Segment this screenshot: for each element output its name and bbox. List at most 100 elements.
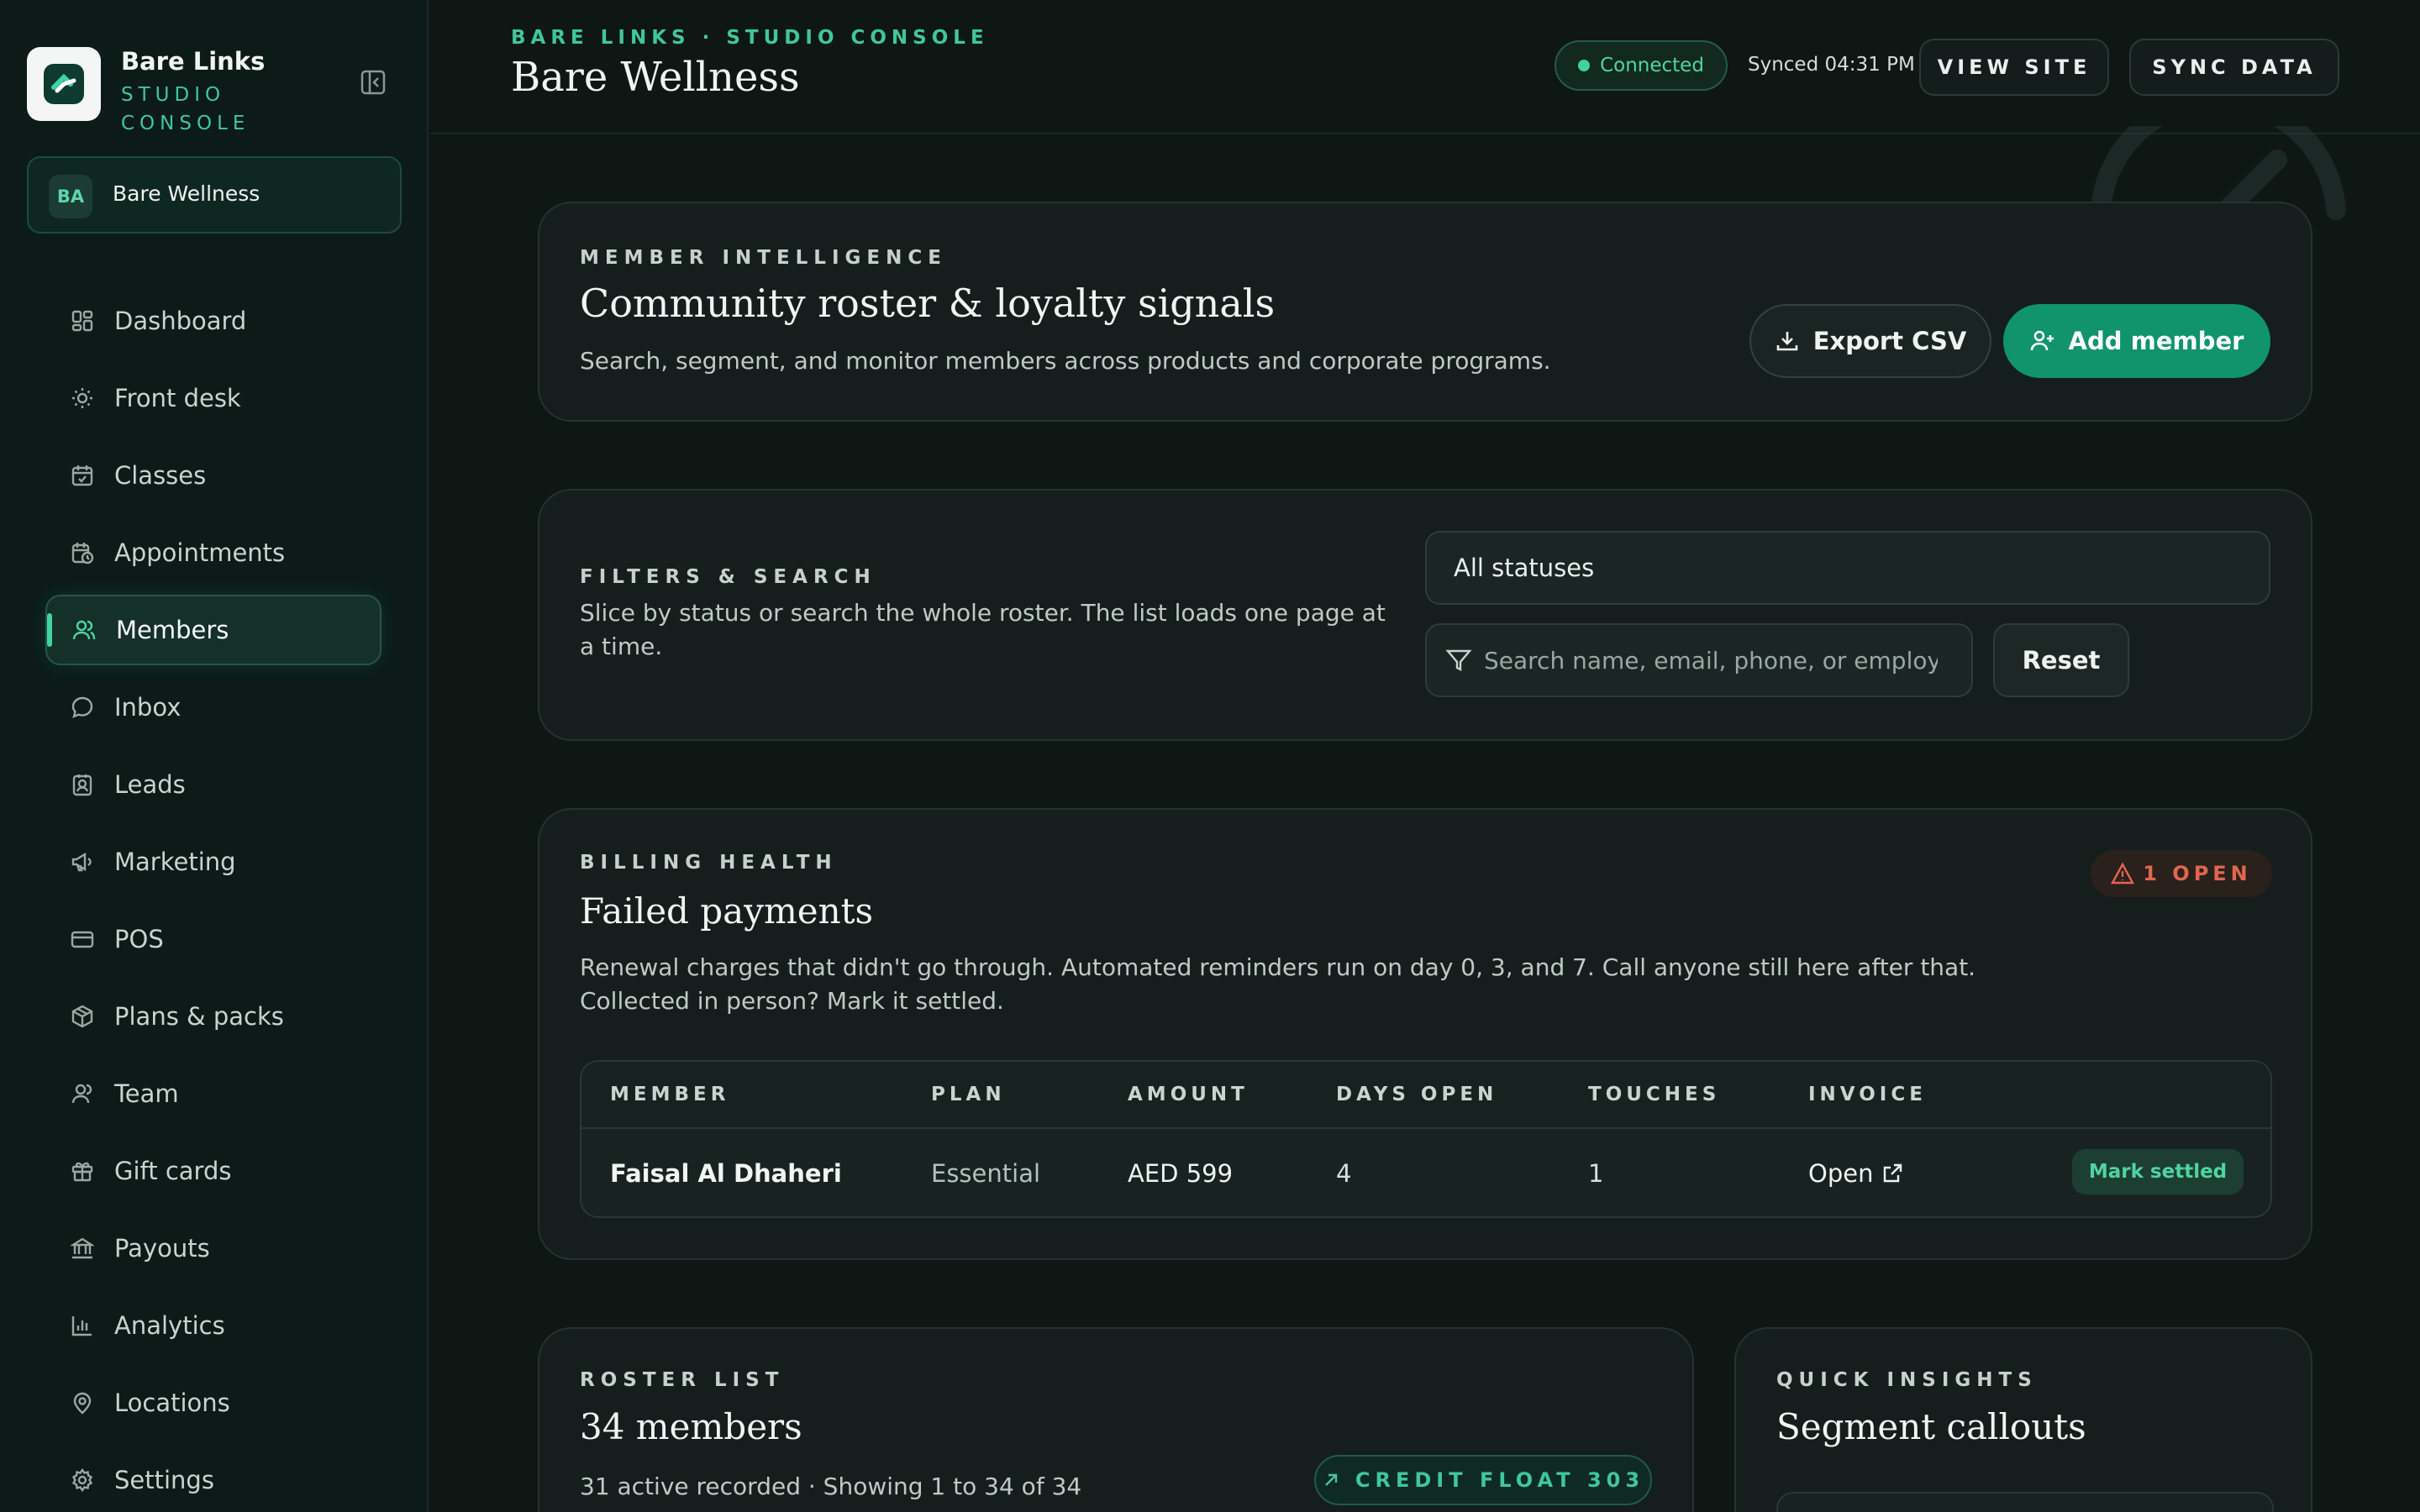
section-title: 34 members xyxy=(580,1406,802,1447)
roster-search[interactable] xyxy=(1425,623,1973,697)
bar-chart-icon xyxy=(69,1312,96,1339)
sidebar-item-analytics[interactable]: Analytics xyxy=(45,1287,381,1364)
team-icon xyxy=(69,1080,96,1107)
sidebar-item-label: Leads xyxy=(114,770,186,799)
sidebar-item-classes[interactable]: Classes xyxy=(45,437,381,514)
segment-callout-item[interactable] xyxy=(1776,1492,2274,1512)
header-eyebrow: BARE LINKS · STUDIO CONSOLE xyxy=(511,27,989,49)
sidebar-item-team[interactable]: Team xyxy=(45,1055,381,1132)
search-input[interactable] xyxy=(1484,646,1938,675)
sidebar-item-settings[interactable]: Settings xyxy=(45,1441,381,1512)
sidebar-item-members[interactable]: Members xyxy=(45,595,381,665)
roster-list-card: ROSTER LIST 34 members 31 active recorde… xyxy=(538,1327,1694,1512)
filter-icon xyxy=(1445,649,1472,671)
sidebar-item-label: Members xyxy=(116,616,229,644)
sidebar-item-label: Settings xyxy=(114,1466,214,1494)
sidebar-item-label: Appointments xyxy=(114,538,286,567)
quick-insights-card: QUICK INSIGHTS Segment callouts xyxy=(1734,1327,2312,1512)
touches-cell: 1 xyxy=(1588,1159,1604,1188)
sync-data-button[interactable]: SYNC DATA xyxy=(2129,39,2339,96)
brand-logo-icon xyxy=(27,47,101,121)
filters-card: FILTERS & SEARCH Slice by status or sear… xyxy=(538,489,2312,741)
column-header-plan: PLAN xyxy=(931,1084,1006,1105)
column-header-touches: TOUCHES xyxy=(1588,1084,1721,1105)
mark-settled-button[interactable]: Mark settled xyxy=(2072,1149,2244,1194)
plan-cell: Essential xyxy=(931,1159,1041,1188)
sidebar-item-gift-cards[interactable]: Gift cards xyxy=(45,1132,381,1210)
sidebar-item-marketing[interactable]: Marketing xyxy=(45,823,381,900)
users-icon xyxy=(71,617,97,643)
column-header-invoice: INVOICE xyxy=(1808,1084,1927,1105)
sidebar-item-front-desk[interactable]: Front desk xyxy=(45,360,381,437)
connection-status-label: Connected xyxy=(1600,55,1704,76)
brand-subtitle: STUDIO CONSOLE xyxy=(121,84,250,134)
gift-icon xyxy=(69,1158,96,1184)
sidebar-collapse-icon[interactable] xyxy=(360,69,390,99)
sidebar-item-label: Dashboard xyxy=(114,307,247,335)
credit-float-label: CREDIT FLOAT 303 xyxy=(1355,1468,1645,1492)
brand: Bare Links STUDIO CONSOLE xyxy=(27,47,413,134)
sidebar-item-leads[interactable]: Leads xyxy=(45,746,381,823)
sidebar-item-plans[interactable]: Plans & packs xyxy=(45,978,381,1055)
reset-button[interactable]: Reset xyxy=(1993,623,2129,697)
sidebar-item-payouts[interactable]: Payouts xyxy=(45,1210,381,1287)
sidebar-item-label: Locations xyxy=(114,1389,230,1417)
invoice-link-label: Open xyxy=(1808,1159,1874,1188)
package-icon xyxy=(69,1003,96,1030)
section-eyebrow: FILTERS & SEARCH xyxy=(580,566,876,588)
sidebar-item-label: Classes xyxy=(114,461,207,490)
column-header-member: MEMBER xyxy=(610,1084,730,1105)
map-pin-icon xyxy=(69,1389,96,1416)
failed-payments-table: MEMBER PLAN AMOUNT DAYS OPEN TOUCHES INV… xyxy=(580,1060,2272,1218)
synced-timestamp: Synced 04:31 PM xyxy=(1748,54,1915,76)
brand-title: Bare Links xyxy=(121,47,266,76)
sidebar-item-pos[interactable]: POS xyxy=(45,900,381,978)
credit-float-badge: CREDIT FLOAT 303 xyxy=(1314,1455,1652,1505)
megaphone-icon xyxy=(69,848,96,875)
sidebar-item-label: Analytics xyxy=(114,1311,225,1340)
chat-icon xyxy=(69,694,96,721)
sidebar-item-label: Marketing xyxy=(114,848,236,876)
invoice-open-link[interactable]: Open xyxy=(1808,1159,1903,1188)
status-dot-icon xyxy=(1578,60,1591,71)
amount-cell: AED 599 xyxy=(1128,1159,1234,1188)
sidebar-item-appointments[interactable]: Appointments xyxy=(45,514,381,591)
section-eyebrow: QUICK INSIGHTS xyxy=(1776,1369,2038,1391)
section-description: Search, segment, and monitor members acr… xyxy=(580,347,1551,375)
sidebar-item-locations[interactable]: Locations xyxy=(45,1364,381,1441)
view-site-button[interactable]: VIEW SITE xyxy=(1919,39,2109,96)
section-title: Failed payments xyxy=(580,890,874,932)
section-title: Community roster & loyalty signals xyxy=(580,281,1276,326)
sidebar-item-dashboard[interactable]: Dashboard xyxy=(45,282,381,360)
sidebar-nav: Dashboard Front desk Classes Appointment… xyxy=(45,282,381,1512)
sidebar-item-label: Team xyxy=(114,1079,179,1108)
add-member-button[interactable]: Add member xyxy=(2003,304,2270,378)
member-name-cell[interactable]: Faisal Al Dhaheri xyxy=(610,1159,842,1188)
credit-card-icon xyxy=(69,926,96,953)
sidebar-item-inbox[interactable]: Inbox xyxy=(45,669,381,746)
open-count-label: 1 OPEN xyxy=(2143,862,2252,885)
column-header-amount: AMOUNT xyxy=(1128,1084,1249,1105)
sidebar-item-label: POS xyxy=(114,925,164,953)
billing-health-card: BILLING HEALTH Failed payments 1 OPEN Re… xyxy=(538,808,2312,1260)
sidebar-item-label: Gift cards xyxy=(114,1157,232,1185)
sidebar-item-label: Inbox xyxy=(114,693,182,722)
user-plus-icon xyxy=(2030,330,2054,351)
export-csv-label: Export CSV xyxy=(1812,327,1967,355)
section-eyebrow: MEMBER INTELLIGENCE xyxy=(580,247,947,269)
days-open-cell: 4 xyxy=(1336,1159,1352,1188)
sidebar-item-label: Payouts xyxy=(114,1234,210,1263)
section-title: Segment callouts xyxy=(1776,1406,2086,1447)
section-eyebrow: BILLING HEALTH xyxy=(580,852,838,874)
page-title: Bare Wellness xyxy=(511,54,800,101)
status-filter-select[interactable]: All statuses xyxy=(1425,531,2270,605)
connection-status-badge: Connected xyxy=(1555,40,1728,91)
member-intelligence-card: MEMBER INTELLIGENCE Community roster & l… xyxy=(538,202,2312,422)
export-csv-button[interactable]: Export CSV xyxy=(1749,304,1991,378)
open-count-badge: 1 OPEN xyxy=(2091,850,2272,897)
workspace-switcher[interactable]: BA Bare Wellness xyxy=(27,156,402,234)
calendar-icon xyxy=(69,462,96,489)
section-description: Slice by status or search the whole rost… xyxy=(580,599,1386,660)
add-member-label: Add member xyxy=(2068,327,2244,355)
table-header: MEMBER PLAN AMOUNT DAYS OPEN TOUCHES INV… xyxy=(581,1062,2270,1129)
